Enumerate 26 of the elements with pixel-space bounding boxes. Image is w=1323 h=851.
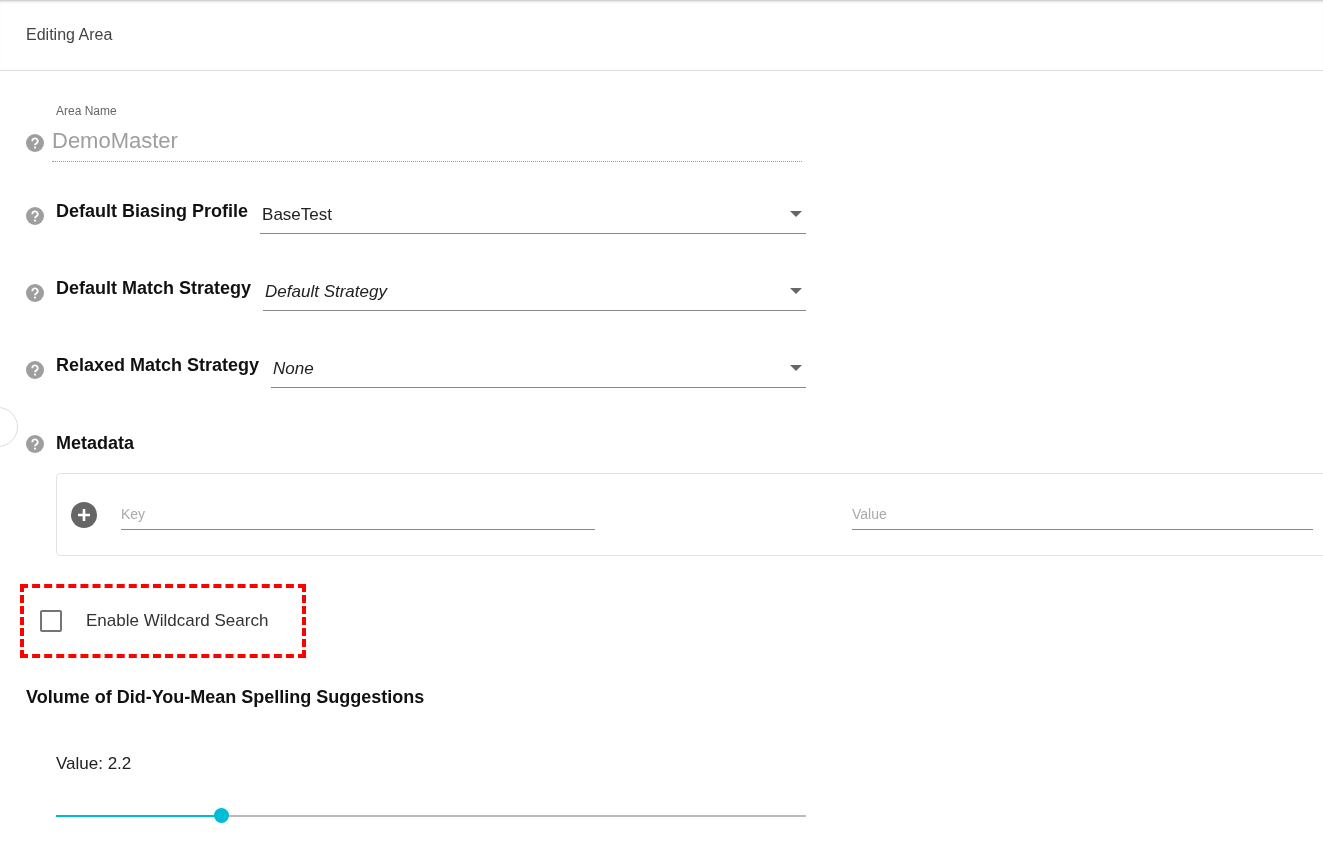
help-icon[interactable] bbox=[26, 134, 44, 152]
name-field: DemoMaster bbox=[52, 124, 802, 162]
help-icon[interactable] bbox=[26, 361, 44, 379]
help-icon[interactable] bbox=[26, 207, 44, 225]
dropdown-field[interactable]: None bbox=[271, 355, 806, 388]
caret-icon bbox=[790, 288, 802, 295]
field-label: Default Match Strategy bbox=[56, 277, 252, 300]
field-label: Default Biasing Profile bbox=[56, 200, 249, 223]
section-title: Volume of Did-You-Mean Spelling Suggestions bbox=[26, 685, 426, 709]
add-icon[interactable] bbox=[71, 501, 97, 528]
caret-icon bbox=[790, 365, 802, 372]
help-icon[interactable] bbox=[26, 434, 44, 453]
value-reading: Value: 2.2 bbox=[56, 752, 133, 775]
field-label: Relaxed Match Strategy bbox=[56, 354, 260, 377]
slider-thumb[interactable] bbox=[214, 808, 229, 823]
dropdown-field[interactable]: BaseTest bbox=[260, 201, 806, 234]
section-title: Metadata bbox=[56, 432, 135, 455]
key-field[interactable]: Key bbox=[121, 499, 595, 530]
value-field[interactable]: Value bbox=[852, 499, 1313, 530]
field-label: Area Name bbox=[56, 103, 118, 120]
page-title: Editing Area bbox=[26, 25, 113, 45]
help-icon[interactable] bbox=[26, 284, 44, 302]
checkbox[interactable] bbox=[40, 609, 62, 632]
caret-icon bbox=[790, 211, 802, 218]
dropdown-field[interactable]: Default Strategy bbox=[263, 278, 806, 311]
checkbox-label: Enable Wildcard Search bbox=[86, 610, 269, 632]
